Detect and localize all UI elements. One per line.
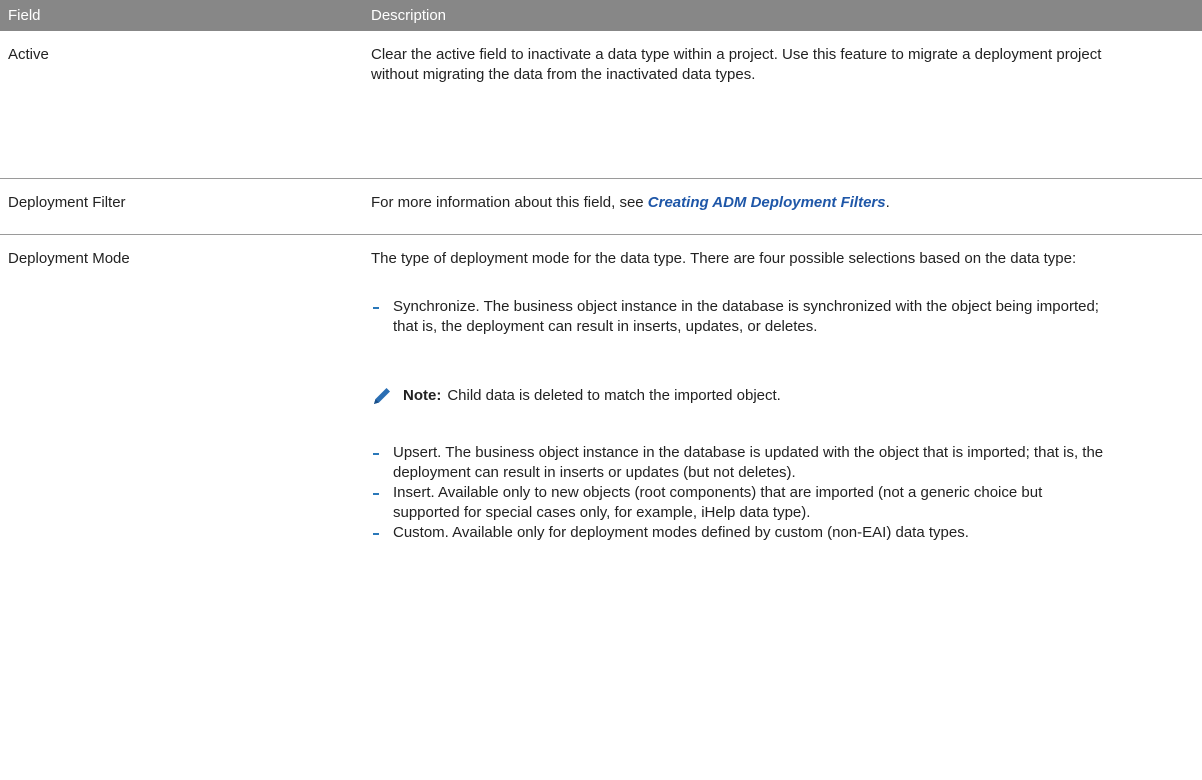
field-description: The type of deployment mode for the data… (371, 235, 1111, 780)
note-text: Child data is deleted to match the impor… (447, 387, 781, 404)
dash-bullet-icon (373, 533, 379, 535)
dash-bullet-icon (373, 453, 379, 455)
field-name: Deployment Filter (8, 194, 126, 211)
table-row-deployment-mode: Deployment Mode The type of deployment m… (0, 235, 1202, 780)
list-item-text: Synchronize. The business object instanc… (393, 298, 1099, 335)
list-item-text: Insert. Available only to new objects (r… (393, 484, 1043, 521)
description-text: Clear the active field to inactivate a d… (371, 46, 1102, 83)
dash-bullet-icon (373, 493, 379, 495)
note: Note: Child data is deleted to match the… (371, 385, 1111, 407)
creating-adm-deployment-filters-link[interactable]: Creating ADM Deployment Filters (648, 194, 886, 211)
list-item: Synchronize. The business object instanc… (371, 297, 1111, 337)
note-label: Note: (403, 387, 442, 404)
field-name: Active (8, 46, 49, 63)
table-header: Field Description (0, 0, 1202, 31)
pencil-icon (374, 388, 390, 404)
list-item: Insert. Available only to new objects (r… (371, 483, 1111, 523)
list-item-text: Custom. Available only for deployment mo… (393, 524, 969, 541)
field-description: For more information about this field, s… (371, 179, 1111, 234)
list-item-text: Upsert. The business object instance in … (393, 444, 1104, 481)
field-description-table: Field Description Active Clear the activ… (0, 0, 1202, 780)
description-intro: The type of deployment mode for the data… (371, 250, 1077, 267)
list-item: Custom. Available only for deployment mo… (371, 523, 1111, 543)
table-row-deployment-filter: Deployment Filter For more information a… (0, 179, 1202, 235)
header-field: Field (8, 7, 41, 24)
table-row-active: Active Clear the active field to inactiv… (0, 31, 1202, 179)
field-description: Clear the active field to inactivate a d… (371, 31, 1111, 178)
dash-bullet-icon (373, 307, 379, 309)
description-suffix: . (885, 194, 890, 211)
mode-list-continued: Upsert. The business object instance in … (371, 443, 1111, 543)
list-item: Upsert. The business object instance in … (371, 443, 1111, 483)
field-name: Deployment Mode (8, 250, 130, 267)
header-description: Description (371, 7, 447, 24)
mode-list: Synchronize. The business object instanc… (371, 297, 1111, 337)
description-prefix: For more information about this field, s… (371, 194, 648, 211)
